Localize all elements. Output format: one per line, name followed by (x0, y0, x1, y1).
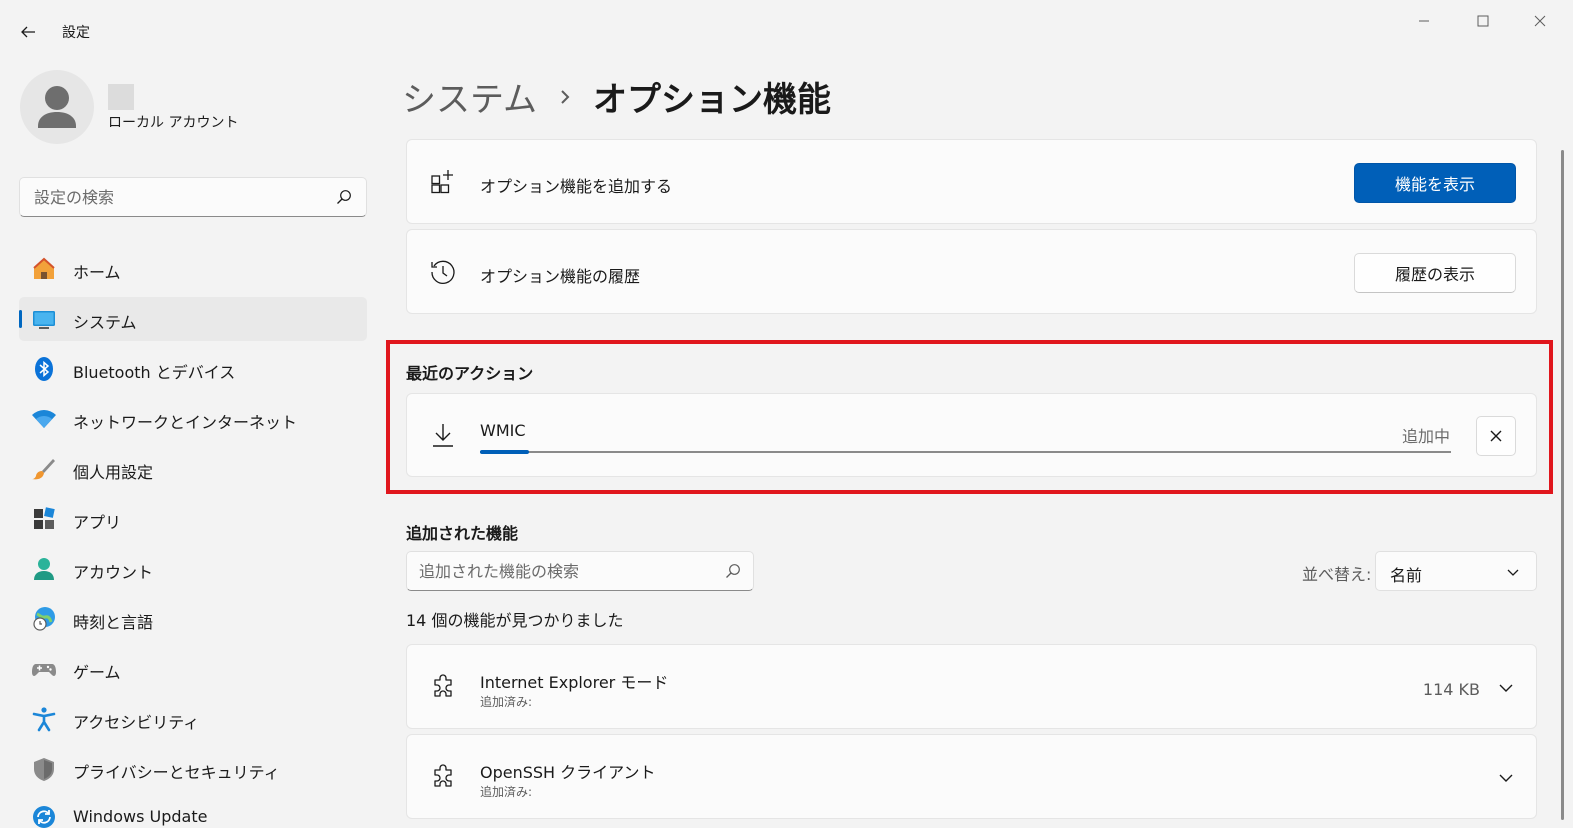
bluetooth-icon (31, 356, 57, 382)
sidebar-item-label: プライバシーとセキュリティ (73, 763, 280, 782)
person-icon (38, 86, 76, 128)
search-icon (726, 564, 740, 578)
close-window-button[interactable] (1520, 8, 1560, 34)
settings-search[interactable] (19, 177, 367, 217)
gamepad-icon (31, 656, 57, 682)
sort-value: 名前 (1390, 566, 1423, 585)
added-features-search[interactable] (406, 551, 754, 591)
sidebar-item-gaming[interactable]: ゲーム (19, 647, 367, 691)
back-button[interactable] (14, 18, 42, 46)
add-apps-icon (429, 168, 457, 196)
search-icon (337, 190, 351, 204)
expand-button[interactable] (1490, 675, 1522, 701)
account-type-label: ローカル アカウント (108, 115, 239, 131)
user-name-redacted (108, 84, 134, 110)
wifi-icon (31, 406, 57, 432)
puzzle-icon (429, 763, 457, 791)
maximize-button[interactable] (1463, 8, 1503, 34)
sort-dropdown[interactable]: 名前 (1375, 551, 1537, 591)
sidebar-item-accounts[interactable]: アカウント (19, 547, 367, 591)
chevron-down-icon (1499, 774, 1513, 782)
account-icon (31, 556, 57, 582)
view-history-button[interactable]: 履歴の表示 (1354, 253, 1516, 293)
feature-history-card: オプション機能の履歴 履歴の表示 (406, 229, 1537, 314)
page-title: オプション機能 (592, 80, 831, 120)
sidebar-item-label: ネットワークとインターネット (73, 413, 298, 432)
view-features-button[interactable]: 機能を表示 (1354, 163, 1516, 203)
maximize-icon (1477, 15, 1489, 27)
scrollbar[interactable] (1561, 150, 1564, 820)
sidebar-item-label: Bluetooth とデバイス (73, 363, 236, 382)
sidebar-item-home[interactable]: ホーム (19, 247, 367, 291)
shield-icon (31, 756, 57, 782)
back-arrow-icon (21, 26, 35, 38)
feature-size: 114 KB (1422, 680, 1480, 699)
chevron-right-icon (559, 88, 571, 106)
sidebar-item-bluetooth[interactable]: Bluetooth とデバイス (19, 347, 367, 391)
sidebar-item-label: ゲーム (73, 663, 121, 682)
highlight-box (386, 340, 1553, 494)
sidebar-item-network[interactable]: ネットワークとインターネット (19, 397, 367, 441)
sidebar-item-label: アプリ (73, 513, 122, 532)
avatar (20, 70, 94, 144)
sidebar-item-label: 個人用設定 (73, 463, 154, 482)
feature-history-label: オプション機能の履歴 (480, 267, 641, 286)
expand-button[interactable] (1490, 765, 1522, 791)
apps-icon (31, 506, 57, 532)
puzzle-icon (429, 673, 457, 701)
chevron-down-icon (1507, 569, 1519, 576)
chevron-down-icon (1499, 684, 1513, 692)
sidebar-item-time-language[interactable]: 時刻と言語 (19, 597, 367, 641)
breadcrumb-parent[interactable]: システム (402, 72, 537, 121)
feature-count: 14 個の機能が見つかりました (406, 611, 624, 630)
close-icon (1534, 15, 1546, 27)
update-icon (31, 804, 57, 828)
sidebar-item-accessibility[interactable]: アクセシビリティ (19, 697, 367, 741)
history-icon (429, 258, 457, 286)
feature-name: Internet Explorer モード (480, 673, 669, 692)
sidebar-item-apps[interactable]: アプリ (19, 497, 367, 541)
sidebar-item-label: Windows Update (73, 807, 208, 826)
added-features-title: 追加された機能 (406, 524, 519, 543)
feature-item-ie-mode[interactable]: Internet Explorer モード 追加済み: 114 KB (406, 644, 1537, 729)
sidebar-item-label: ホーム (73, 263, 121, 282)
added-features-search-input[interactable] (407, 552, 707, 590)
brush-icon (31, 456, 57, 482)
feature-name: OpenSSH クライアント (480, 763, 656, 782)
accessibility-icon (31, 706, 57, 732)
title-bar: 設定 (0, 0, 1573, 62)
window-title: 設定 (62, 25, 90, 41)
home-icon (31, 256, 57, 282)
system-icon (31, 306, 57, 332)
sidebar-item-label: アクセシビリティ (73, 713, 200, 732)
feature-status: 追加済み: (480, 695, 533, 709)
sidebar-item-label: アカウント (73, 563, 154, 582)
sidebar-item-label: システム (73, 313, 137, 332)
sidebar-item-label: 時刻と言語 (73, 613, 154, 632)
sidebar-item-personalization[interactable]: 個人用設定 (19, 447, 367, 491)
sidebar-item-privacy[interactable]: プライバシーとセキュリティ (19, 747, 367, 791)
feature-status: 追加済み: (480, 785, 533, 799)
globe-clock-icon (31, 606, 57, 632)
sidebar-item-windows-update[interactable]: Windows Update (19, 795, 367, 828)
active-indicator (19, 310, 22, 328)
sort-label: 並べ替え: (1302, 565, 1372, 584)
add-feature-card: オプション機能を追加する 機能を表示 (406, 139, 1537, 224)
sidebar-item-system[interactable]: システム (19, 297, 367, 341)
feature-item-openssh-client[interactable]: OpenSSH クライアント 追加済み: (406, 734, 1537, 819)
settings-search-input[interactable] (20, 178, 320, 216)
minimize-button[interactable] (1404, 8, 1444, 34)
breadcrumb: システム オプション機能 (402, 72, 831, 121)
add-feature-label: オプション機能を追加する (480, 177, 673, 196)
minimize-icon (1419, 20, 1429, 22)
